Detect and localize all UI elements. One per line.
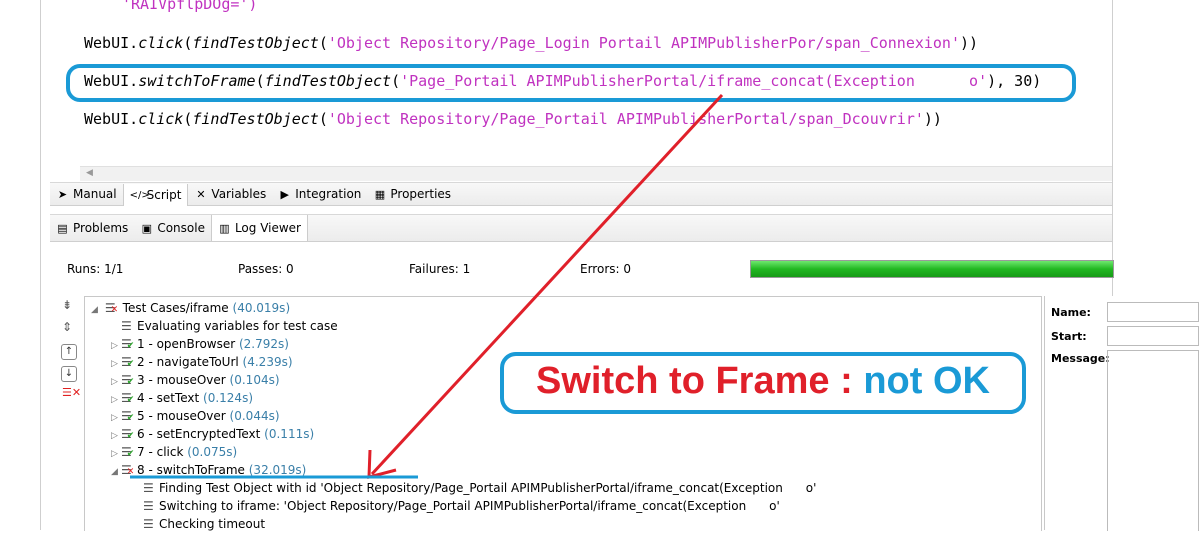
- annotation-arrow: [130, 93, 724, 479]
- arrow-shaft: [370, 93, 724, 476]
